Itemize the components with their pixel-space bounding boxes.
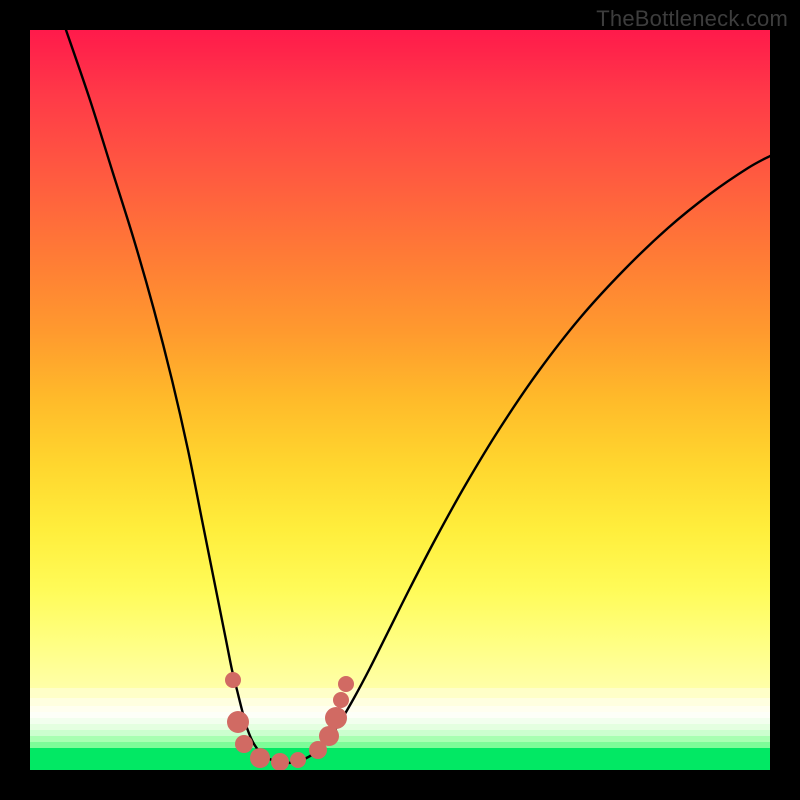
data-node [333, 692, 349, 708]
data-nodes [30, 30, 770, 770]
chart-frame: TheBottleneck.com [0, 0, 800, 800]
data-node [235, 735, 253, 753]
plot-area [30, 30, 770, 770]
data-node [250, 748, 270, 768]
data-node [271, 753, 289, 770]
data-node [227, 711, 249, 733]
data-node [290, 752, 306, 768]
data-node [319, 726, 339, 746]
data-node [225, 672, 241, 688]
data-node [338, 676, 354, 692]
watermark-text: TheBottleneck.com [596, 6, 788, 32]
data-node [325, 707, 347, 729]
